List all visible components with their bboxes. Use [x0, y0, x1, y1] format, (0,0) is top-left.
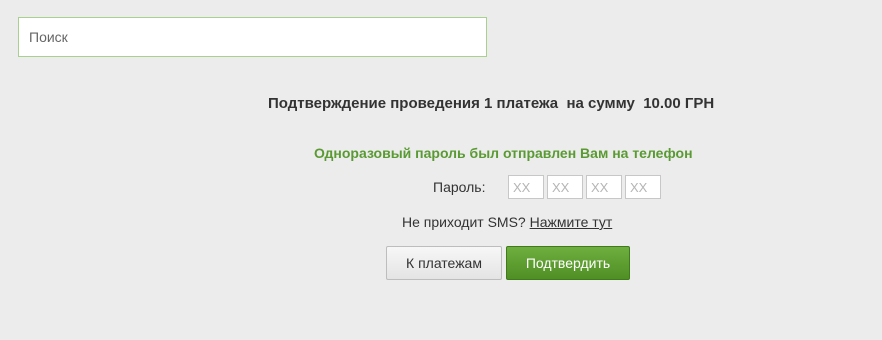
otp-field-4[interactable] — [625, 175, 661, 199]
confirm-button[interactable]: Подтвердить — [506, 246, 630, 280]
otp-field-3[interactable] — [586, 175, 622, 199]
otp-field-1[interactable] — [508, 175, 544, 199]
back-to-payments-button[interactable]: К платежам — [386, 246, 502, 280]
password-label: Пароль: — [433, 179, 486, 195]
otp-field-2[interactable] — [547, 175, 583, 199]
otp-sent-notice: Одноразовый пароль был отправлен Вам на … — [314, 145, 693, 161]
sms-prompt-text: Не приходит SMS? — [402, 214, 526, 230]
search-input[interactable] — [18, 17, 487, 57]
payment-confirmation-title: Подтверждение проведения 1 платежа на су… — [268, 95, 715, 112]
sms-help-line: Не приходит SMS? Нажмите тут — [402, 214, 612, 230]
resend-sms-link[interactable]: Нажмите тут — [530, 214, 613, 230]
